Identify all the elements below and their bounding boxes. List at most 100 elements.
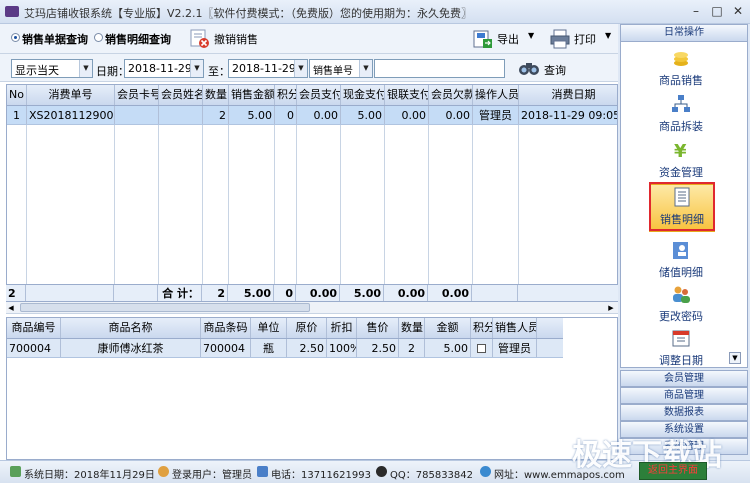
maximize-button[interactable]: □ [709, 4, 725, 18]
column-header[interactable]: 会员姓名 [159, 85, 203, 105]
column-header[interactable]: 售价 [357, 318, 399, 338]
sidebar-item-split[interactable]: 商品拆装 [629, 92, 733, 136]
grid-line [296, 125, 297, 299]
scroll-thumb[interactable] [20, 303, 310, 312]
date-to-value: 2018-11-29 [232, 62, 296, 75]
sidebar-group-reports[interactable]: 数据报表 [620, 404, 748, 421]
column-header[interactable]: 积分 [275, 85, 297, 105]
chevron-down-icon[interactable]: ▼ [359, 60, 372, 77]
window-title: 艾玛店铺收银系统【专业版】V2.2.1〖软件付费模式：（免费版）您的使用期为：永… [24, 7, 473, 20]
column-header[interactable]: 消费单号 [27, 85, 115, 105]
sidebar-item-stored-value[interactable]: 储值明细 [629, 238, 733, 282]
sidebar-item-adjust-date[interactable]: 调整日期 [629, 326, 733, 367]
horizontal-scrollbar[interactable]: ◀ ▶ [6, 302, 618, 314]
minimize-button[interactable]: – [688, 4, 704, 18]
date-to-picker[interactable]: 2018-11-29 ▼ [228, 59, 308, 78]
table-cell: 管理员 [493, 339, 537, 357]
chevron-down-icon[interactable]: ▼ [79, 60, 92, 77]
column-header[interactable]: 会员卡号 [115, 85, 159, 105]
total-cell [518, 285, 628, 301]
svg-text:¥: ¥ [674, 141, 687, 160]
export-button[interactable]: 导出 [497, 31, 519, 47]
total-row: 2合 计： 2 5.00 0 0.00 5.00 0.00 0.00 [6, 284, 628, 302]
chevron-down-icon[interactable]: ▼ [190, 60, 203, 77]
column-header[interactable]: 现金支付 [341, 85, 385, 105]
print-dropdown-icon[interactable]: ▼ [605, 31, 611, 40]
column-header[interactable]: 折扣 [327, 318, 357, 338]
date-from-picker[interactable]: 2018-11-29 ▼ [124, 59, 204, 78]
table-cell: 管理员 [473, 106, 519, 124]
column-header[interactable]: 积分 [471, 318, 493, 338]
qq-icon [376, 466, 387, 477]
sidebar-group-goods[interactable]: 商品管理 [620, 387, 748, 404]
orders-table: No 消费单号 会员卡号 会员姓名 数量 销售金额 积分 会员支付 现金支付 银联支付 会员欠款 操作… [6, 84, 618, 300]
scroll-down-icon[interactable]: ▼ [729, 352, 741, 364]
export-dropdown-icon[interactable]: ▼ [528, 31, 534, 40]
binoculars-icon[interactable] [518, 59, 540, 77]
table-cell: 瓶 [251, 339, 287, 357]
grid-line [202, 125, 203, 299]
status-user: 登录用户：管理员 [172, 470, 252, 481]
range-select[interactable]: 显示当天 ▼ [11, 59, 93, 78]
column-header[interactable]: 银联支付 [385, 85, 429, 105]
radio-order-query-label[interactable]: 销售单据查询 [22, 31, 88, 47]
points-checkbox[interactable] [477, 344, 486, 353]
sidebar-item-funds[interactable]: ¥ 资金管理 [629, 138, 733, 182]
export-icon[interactable] [472, 28, 494, 50]
to-label: 至： [208, 65, 230, 78]
search-input[interactable] [374, 59, 505, 78]
sidebar-item-sales[interactable]: 商品销售 [629, 46, 733, 90]
print-icon[interactable] [549, 28, 571, 50]
table-cell: 5.00 [425, 339, 471, 357]
radio-detail-query-label[interactable]: 销售明细查询 [105, 31, 171, 47]
column-header[interactable]: 消费日期 [519, 85, 617, 105]
sidebar-group-member[interactable]: 会员管理 [620, 370, 748, 387]
column-header[interactable]: 商品条码 [201, 318, 251, 338]
column-header[interactable]: 商品编号 [7, 318, 61, 338]
total-cell: 2 [202, 285, 228, 301]
grid-line [472, 125, 473, 299]
column-header[interactable]: 会员欠款 [429, 85, 473, 105]
column-header[interactable]: 单位 [251, 318, 287, 338]
column-header[interactable]: 操作人员 [473, 85, 519, 105]
close-button[interactable]: ✕ [730, 4, 746, 18]
cancel-sale-button[interactable]: 撤销销售 [214, 31, 258, 47]
table-row[interactable]: 1XS20181129000125.0000.005.000.000.00管理员… [7, 106, 617, 125]
chevron-down-icon[interactable]: ▼ [294, 60, 307, 77]
print-button[interactable]: 打印 [574, 31, 596, 47]
column-header[interactable]: 会员支付 [297, 85, 341, 105]
sidebar-item-change-password[interactable]: 更改密码 [629, 282, 733, 326]
column-header[interactable]: No [7, 85, 27, 105]
column-header[interactable]: 商品名称 [61, 318, 201, 338]
toolbar: 销售单据查询 销售明细查询 撤销销售 导出 ▼ 打印 ▼ [0, 24, 618, 54]
column-header[interactable]: 数量 [399, 318, 425, 338]
sidebar-header[interactable]: 日常操作 [620, 24, 748, 42]
scroll-right-icon[interactable]: ▶ [606, 303, 616, 313]
radio-detail-query[interactable] [94, 33, 103, 42]
contact-card-icon [673, 242, 688, 259]
cancel-sale-icon[interactable] [190, 29, 210, 49]
return-main-button[interactable]: 返回主界面 [639, 462, 707, 480]
query-button[interactable]: 查询 [544, 62, 566, 78]
column-header[interactable]: 数量 [203, 85, 229, 105]
scroll-left-icon[interactable]: ◀ [6, 303, 16, 313]
table-cell: 2 [203, 106, 229, 124]
sidebar-panel: 商品销售 商品拆装 ¥ 资金管理 销售明细 储值明细 更改密码 调整日期 ▼ [620, 42, 748, 368]
table-cell: 0.00 [297, 106, 341, 124]
sidebar-item-label: 储值明细 [659, 266, 703, 279]
column-header[interactable]: 销售人员 [493, 318, 537, 338]
highlight-box [649, 182, 715, 231]
column-header[interactable]: 原价 [287, 318, 327, 338]
radio-order-query[interactable] [11, 33, 20, 42]
table-cell: 2 [399, 339, 425, 357]
user-icon [158, 466, 169, 477]
table-row[interactable]: 700004康师傅冰红茶700004瓶2.50100%2.5025.00管理员 [7, 339, 563, 358]
main-area: 销售单据查询 销售明细查询 撤销销售 导出 ▼ 打印 ▼ 显示当天 ▼ 日期： … [0, 24, 628, 460]
grid-line [26, 125, 27, 299]
grid-line [518, 125, 519, 299]
field-select[interactable]: 销售单号 ▼ [309, 59, 373, 78]
total-cell: 0.00 [384, 285, 428, 301]
column-header[interactable]: 金额 [425, 318, 471, 338]
column-header[interactable]: 销售金额 [229, 85, 275, 105]
sidebar-item-label: 资金管理 [659, 166, 703, 179]
